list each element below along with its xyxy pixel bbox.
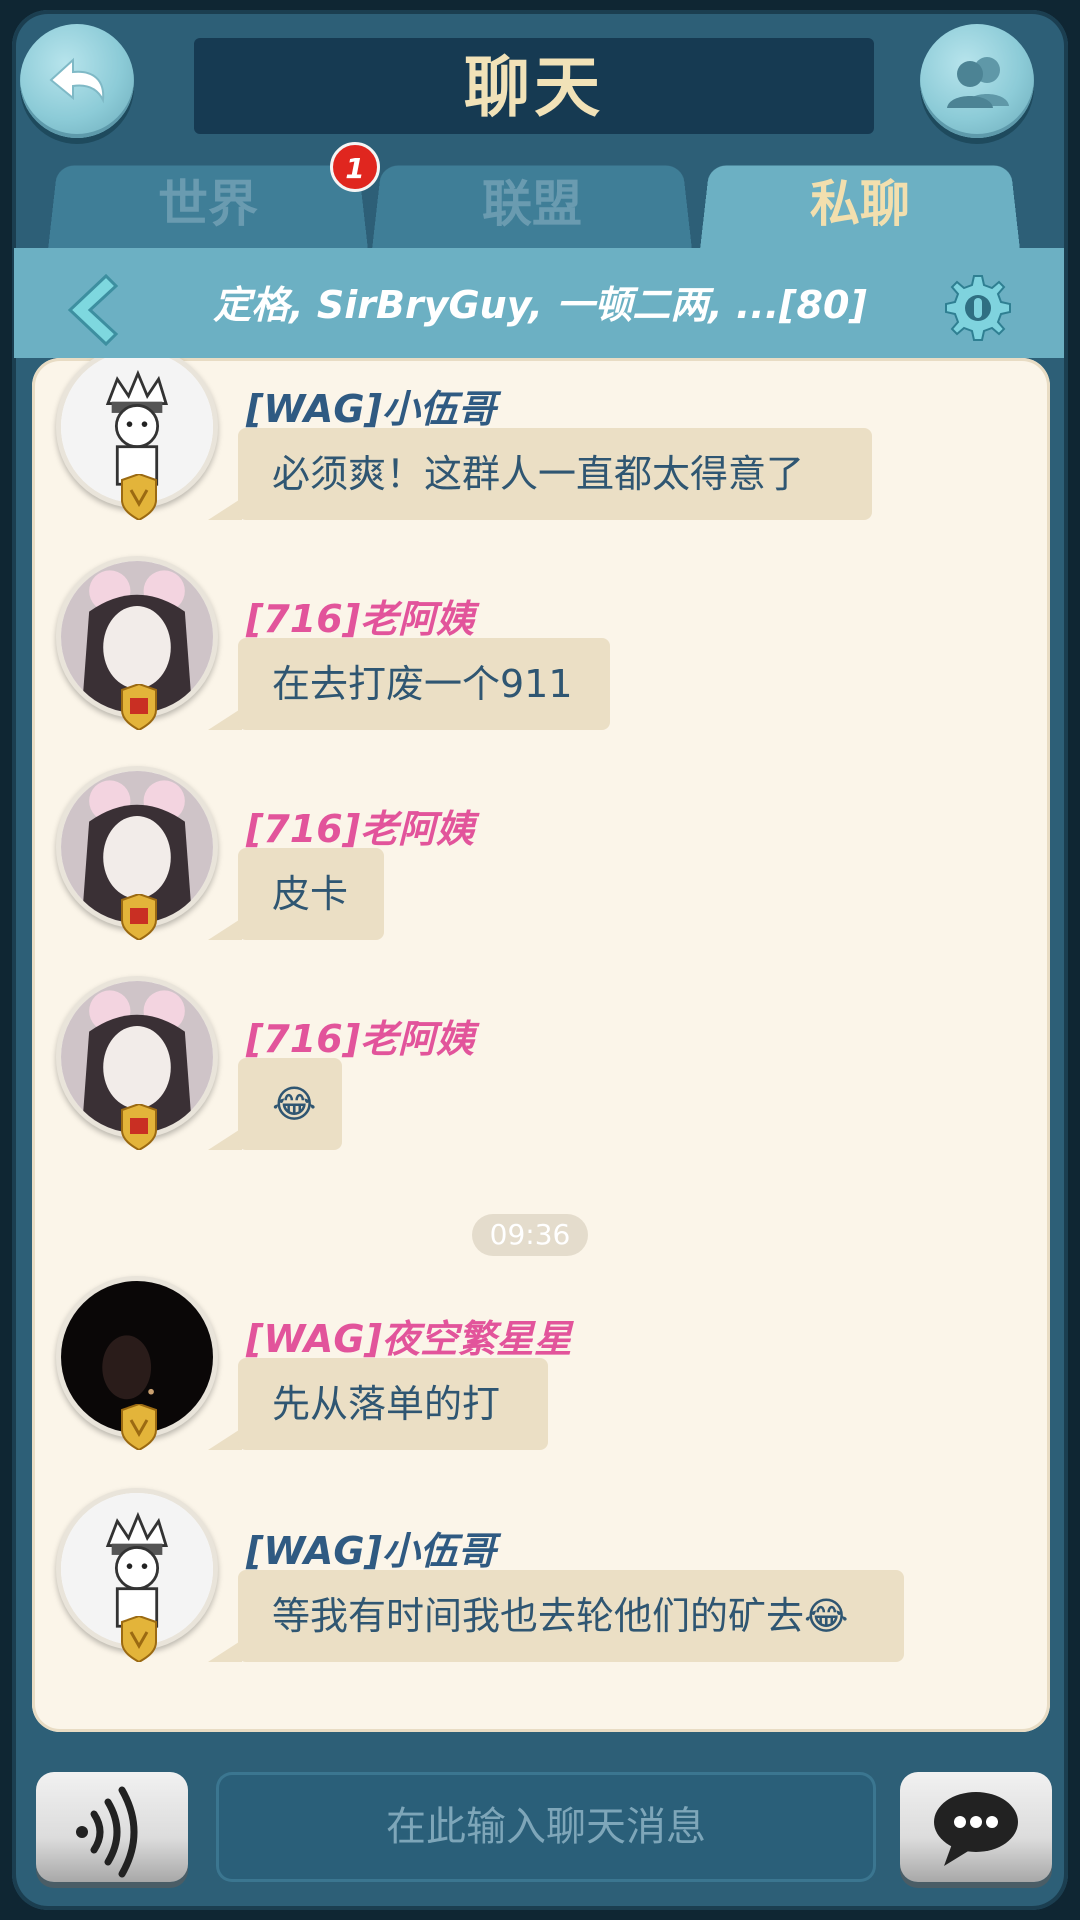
- bubble-tail: [208, 1640, 242, 1662]
- rank-emblem-icon: [121, 894, 157, 940]
- return-arrow-icon: [49, 57, 105, 104]
- sender-name: [716]老阿姨: [246, 597, 475, 641]
- chat-message: [WAG]小伍哥 等我有时间我也去轮他们的矿去😂: [32, 1466, 1050, 1666]
- friends-button[interactable]: [920, 24, 1034, 138]
- message-bubble[interactable]: 皮卡: [238, 848, 384, 940]
- rank-emblem-icon: [121, 474, 157, 520]
- bubble-tail: [208, 918, 242, 940]
- sender-name: [WAG]小伍哥: [246, 387, 496, 431]
- voice-wave-icon: [76, 1786, 138, 1878]
- chat-input[interactable]: 在此输入聊天消息: [216, 1772, 876, 1882]
- sender-name: [716]老阿姨: [246, 1017, 475, 1061]
- chat-message: [WAG]小伍哥 必须爽！这群人一直都太得意了: [32, 358, 1050, 524]
- rank-emblem-icon: [121, 1404, 157, 1450]
- sender-name: [716]老阿姨: [246, 807, 475, 851]
- message-bubble[interactable]: 在去打废一个911: [238, 638, 610, 730]
- chat-panel[interactable]: [WAG]小伍哥 必须爽！这群人一直都太得意了 [716]老阿姨 在去打废一个9…: [32, 358, 1050, 1732]
- chat-message: [716]老阿姨 😂: [32, 954, 1050, 1154]
- bubble-tail: [208, 1428, 242, 1450]
- gear-icon[interactable]: [940, 272, 1012, 344]
- chat-message: [716]老阿姨 在去打废一个911: [32, 534, 1050, 734]
- conversation-participants: 定格, SirBryGuy, 一顿二两, ...[80]: [213, 283, 867, 327]
- time-separator: 09:36: [472, 1214, 588, 1256]
- speech-bubble-icon: [934, 1792, 1018, 1866]
- friends-icon: [947, 57, 1009, 108]
- sender-name: [WAG]夜空繁星星: [246, 1317, 572, 1361]
- rank-emblem-icon: [121, 684, 157, 730]
- rank-emblem-icon: [121, 1104, 157, 1150]
- rank-emblem-icon: [121, 1616, 157, 1662]
- chevron-left-icon[interactable]: [56, 270, 126, 350]
- message-bubble[interactable]: 先从落单的打: [238, 1358, 548, 1450]
- chat-message: [716]老阿姨 皮卡: [32, 744, 1050, 944]
- bubble-tail: [208, 1128, 242, 1150]
- send-button[interactable]: [900, 1772, 1052, 1882]
- tab-alliance-label: 联盟: [482, 175, 582, 233]
- message-bubble[interactable]: 必须爽！这群人一直都太得意了: [238, 428, 872, 520]
- back-button[interactable]: [20, 24, 134, 138]
- tab-world-label: 世界: [158, 175, 258, 233]
- page-title: 聊天: [464, 49, 604, 126]
- message-bubble[interactable]: 等我有时间我也去轮他们的矿去😂: [238, 1570, 904, 1662]
- chat-message: [WAG]夜空繁星星 先从落单的打: [32, 1254, 1050, 1454]
- voice-button[interactable]: [36, 1772, 188, 1882]
- tab-private-label: 私聊: [810, 175, 910, 233]
- message-bubble[interactable]: 😂: [238, 1058, 342, 1150]
- sender-name: [WAG]小伍哥: [246, 1529, 496, 1573]
- bubble-tail: [208, 498, 242, 520]
- bubble-tail: [208, 708, 242, 730]
